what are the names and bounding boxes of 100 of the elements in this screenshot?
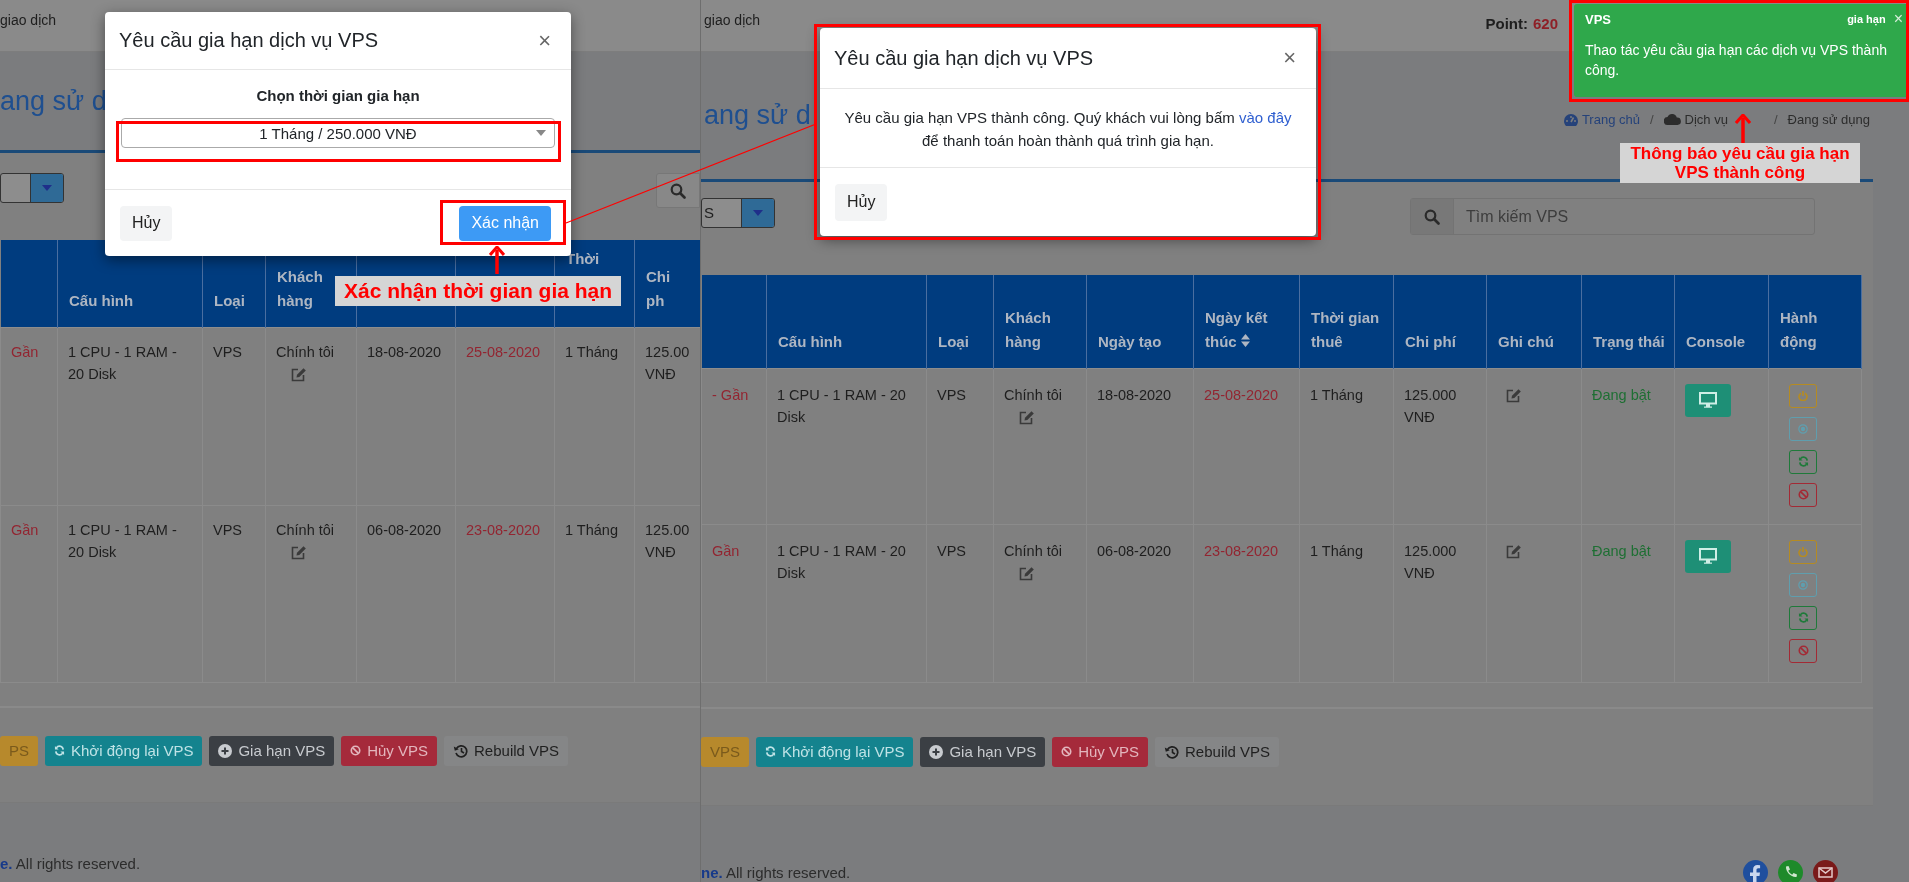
table-cell: 1 Tháng	[1310, 386, 1363, 403]
ban-button[interactable]	[1789, 638, 1817, 663]
edit-icon	[1018, 409, 1035, 426]
table-cell: VPS	[937, 542, 966, 559]
table-cell: 1 CPU - 1 RAM - 20 Disk	[777, 386, 906, 425]
toast-title: VPS	[1585, 11, 1611, 27]
dot-icon	[1798, 423, 1808, 434]
action-button[interactable]: Hủy VPS	[341, 735, 437, 766]
table-cell: Chính tôi	[276, 343, 335, 360]
monitor-icon	[1699, 392, 1717, 408]
page-title: ang sử d	[704, 100, 811, 131]
table-cell: 1 Tháng	[565, 343, 618, 360]
search-button[interactable]	[656, 173, 700, 208]
action-button[interactable]: Khởi động lại VPS	[756, 736, 914, 767]
social-icon[interactable]	[1743, 859, 1768, 882]
caret-icon	[42, 185, 52, 191]
field-label: Chọn thời gian gia hạn	[255, 87, 421, 104]
table-cell: VPS	[213, 343, 242, 360]
toast-tag: gia hạn	[1847, 13, 1886, 25]
table-cell: - Gần	[712, 386, 749, 403]
table-cell: 1 CPU - 1 RAM - 20 Disk	[68, 343, 177, 382]
toast-message: Thao tác yêu cầu gia hạn các dịch vụ VPS thành công.	[1585, 41, 1888, 80]
column-header: Ghi chú	[1498, 331, 1554, 352]
breadcrumb-current: Đang sử dụng	[1787, 112, 1870, 127]
gauge-icon	[1563, 113, 1578, 126]
nav-link[interactable]: giao dịch	[0, 12, 57, 28]
close-button[interactable]: ×	[1279, 45, 1300, 71]
refresh-icon	[765, 746, 776, 757]
payment-link[interactable]: vào đây	[1238, 109, 1292, 126]
search-icon	[670, 182, 686, 199]
dot-button[interactable]	[1789, 572, 1817, 597]
edit-icon	[290, 544, 307, 561]
ban-icon	[350, 745, 362, 756]
dot-icon	[1798, 579, 1808, 590]
ban-icon	[1797, 489, 1809, 500]
ban-icon	[1797, 645, 1809, 656]
nav-link[interactable]: giao dịch	[704, 12, 761, 28]
ban-icon	[1061, 746, 1073, 757]
table-cell: 18-08-2020	[367, 343, 442, 360]
column-header: Chi ph	[646, 266, 672, 311]
table-cell: 06-08-2020	[1097, 542, 1172, 559]
refresh-icon	[1797, 456, 1809, 467]
search-icon	[1424, 208, 1440, 225]
close-button[interactable]: ×	[534, 27, 555, 54]
cancel-button[interactable]: Hủy	[120, 205, 173, 241]
breadcrumb-link[interactable]: Dịch vụ	[1663, 112, 1728, 127]
action-button[interactable]: Rebuild VPS	[1155, 736, 1280, 767]
cancel-button[interactable]: Hủy	[835, 183, 888, 221]
plus-icon	[929, 744, 944, 759]
action-button[interactable]: Gia hạn VPS	[209, 735, 335, 766]
table-cell: 1 CPU - 1 RAM - 20 Disk	[777, 542, 906, 581]
phone-icon[interactable]	[1778, 859, 1803, 882]
ban-button[interactable]	[1789, 482, 1817, 507]
column-header: Chi phí	[1405, 331, 1456, 352]
annotation-label: Thông báo yêu cầu gia hạn VPS thành công	[1620, 143, 1860, 183]
column-header: Thời gian thuê	[1311, 307, 1381, 352]
dialog-title: Yêu cầu gia hạn dịch vụ VPS	[119, 29, 379, 52]
filter-select[interactable]: S	[701, 198, 775, 228]
period-select[interactable]: 1 Tháng / 250.000 VNĐ	[121, 118, 555, 148]
action-button[interactable]: Rebuild VPS	[444, 735, 569, 766]
column-header: Loại	[214, 290, 245, 311]
table-cell: Gần	[712, 542, 740, 559]
status-text: Đang bật	[1592, 542, 1651, 559]
table-cell: Gần	[11, 521, 39, 538]
dialog-title: Yêu cầu gia hạn dịch vụ VPS	[834, 46, 1094, 70]
edit-icon	[290, 366, 307, 383]
console-button[interactable]	[1685, 539, 1731, 573]
table-cell: 1 Tháng	[1310, 542, 1363, 559]
mail-icon[interactable]	[1813, 859, 1838, 882]
dot-button[interactable]	[1789, 416, 1817, 441]
table-cell: 23-08-2020	[1204, 542, 1279, 559]
search-button[interactable]	[1411, 199, 1454, 234]
table-cell: 125.000 VNĐ	[1404, 542, 1457, 581]
point-value: 620	[1532, 15, 1558, 32]
copyright-text: ne. All rights reserved.	[701, 863, 851, 881]
filter-select[interactable]	[0, 173, 64, 203]
table-cell: VPS	[937, 386, 966, 403]
confirm-button[interactable]: Xác nhận	[459, 205, 551, 241]
search-box[interactable]: Tìm kiếm VPS	[1410, 198, 1815, 235]
column-header: Loại	[938, 331, 969, 352]
table-cell: 23-08-2020	[466, 521, 541, 538]
table-cell: VPS	[213, 521, 242, 538]
console-button[interactable]	[1685, 383, 1731, 417]
caret-icon	[753, 210, 763, 216]
column-header: Cấu hình	[778, 331, 843, 352]
table-cell: Chính tôi	[1004, 542, 1063, 559]
table-cell: Chính tôi	[1004, 386, 1063, 403]
refresh-icon	[54, 745, 65, 756]
column-header: Cấu hình	[69, 290, 134, 311]
table-cell: 06-08-2020	[367, 521, 442, 538]
search-field[interactable]: Tìm kiếm VPS	[1454, 199, 1814, 234]
caret-icon	[536, 130, 546, 136]
edit-icon	[1018, 565, 1035, 582]
table-cell: 25-08-2020	[466, 343, 541, 360]
table-cell: 25-08-2020	[1204, 386, 1279, 403]
close-button[interactable]: ×	[1893, 10, 1903, 28]
action-button[interactable]: Khởi động lại VPS	[45, 735, 203, 766]
action-button[interactable]: Gia hạn VPS	[920, 736, 1046, 767]
action-button[interactable]: Hủy VPS	[1052, 736, 1148, 767]
monitor-icon	[1699, 548, 1717, 564]
